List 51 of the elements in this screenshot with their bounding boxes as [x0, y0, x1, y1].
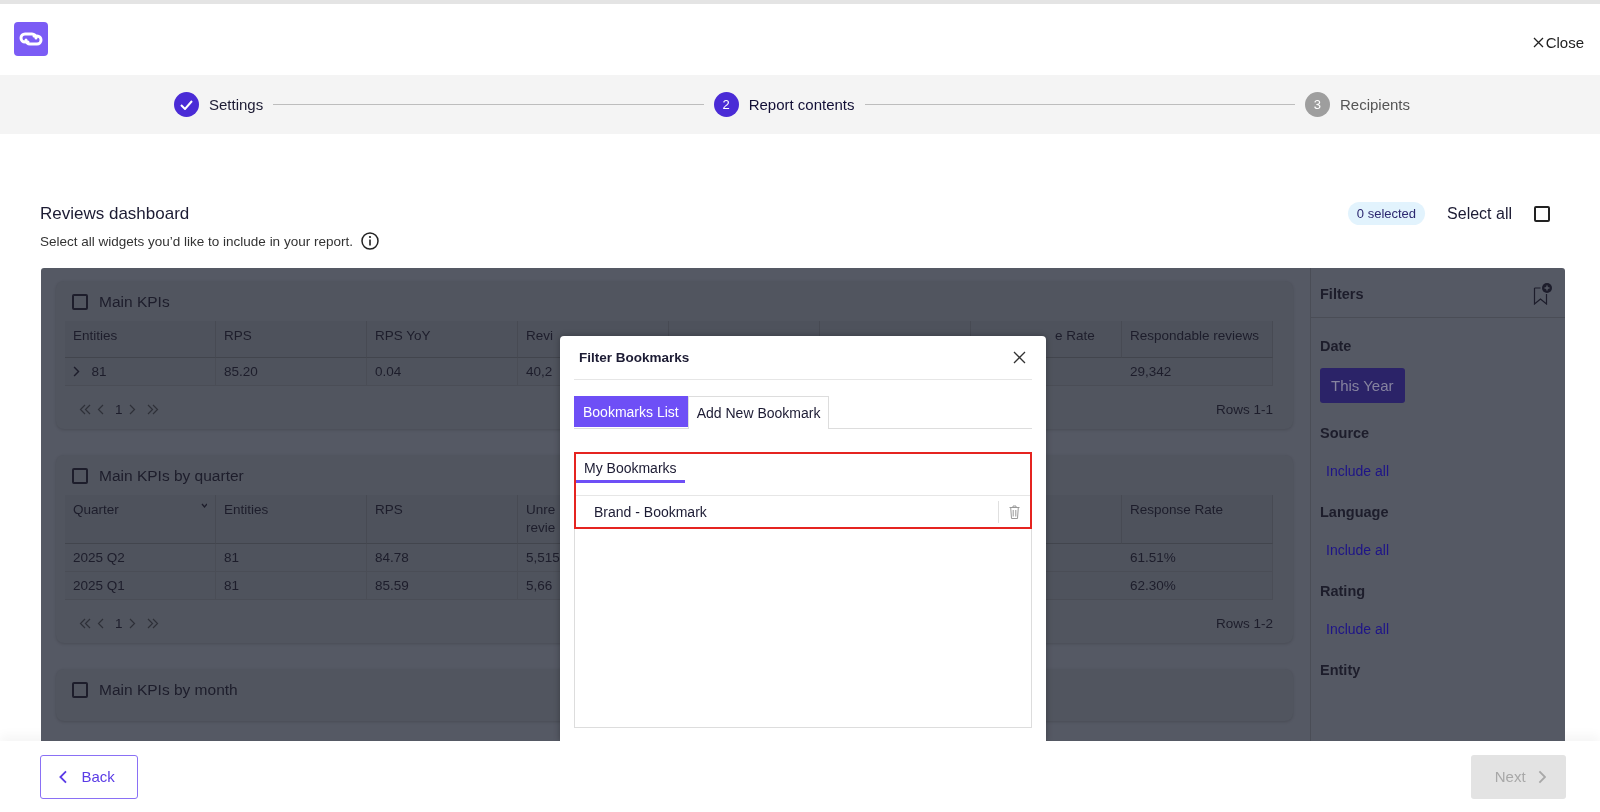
step-number: 2 — [713, 92, 739, 117]
close-button[interactable]: Close — [1532, 34, 1584, 51]
bookmark-add-icon[interactable] — [1533, 281, 1553, 306]
first-page-icon[interactable] — [79, 618, 91, 629]
caret-icon — [201, 501, 207, 511]
rows-count: Rows 1-2 — [1215, 616, 1273, 631]
first-page-icon[interactable] — [79, 404, 91, 415]
close-icon — [1532, 37, 1544, 48]
logo-icon — [14, 22, 48, 56]
date-filter-button[interactable]: This Year — [1320, 368, 1405, 403]
select-all-checkbox[interactable] — [1534, 205, 1550, 222]
page-number[interactable]: 1 — [115, 402, 123, 417]
section-tab[interactable]: My Bookmarks — [576, 454, 685, 483]
checkbox[interactable] — [72, 294, 88, 310]
expand-icon — [73, 366, 80, 377]
filter-label: Language — [1320, 503, 1390, 522]
widget-title: Main KPIs — [99, 293, 170, 311]
step-number: 3 — [1304, 92, 1330, 117]
bookmark-item[interactable]: Brand - Bookmark — [576, 495, 1030, 527]
filter-label: Entity — [1320, 661, 1362, 680]
filter-label: Source — [1320, 424, 1371, 443]
back-button[interactable]: Back — [40, 754, 138, 799]
filter-label: Date — [1320, 337, 1353, 356]
step-label: Settings — [209, 96, 264, 113]
dashboard-title: Reviews dashboard — [40, 204, 191, 224]
delete-button[interactable] — [998, 500, 1020, 523]
include-all-link[interactable]: Include all — [1326, 463, 1390, 479]
include-all-link[interactable]: Include all — [1326, 621, 1390, 637]
select-all-label: Select all — [1447, 204, 1512, 223]
step-label: Recipients — [1339, 96, 1410, 113]
widget-title: Main KPIs by quarter — [99, 467, 244, 485]
filter-label: Rating — [1320, 582, 1367, 601]
trash-icon — [1009, 504, 1020, 519]
page-number[interactable]: 1 — [115, 616, 123, 631]
widget-title: Main KPIs by month — [99, 681, 238, 699]
step-label: Report contents — [748, 96, 855, 113]
checkbox[interactable] — [72, 682, 88, 698]
close-icon[interactable] — [1013, 351, 1026, 364]
include-all-link[interactable]: Include all — [1326, 542, 1390, 558]
tab[interactable]: Add New Bookmark — [687, 396, 830, 429]
chevron-left-icon — [59, 769, 68, 784]
info-icon[interactable] — [360, 232, 379, 250]
rows-count: Rows 1-1 — [1215, 402, 1273, 417]
dashboard-subtitle: Select all widgets you’d like to include in your report. — [40, 233, 353, 249]
filters-title: Filters — [1320, 285, 1364, 302]
last-page-icon[interactable] — [146, 404, 159, 415]
chevron-right-icon — [1537, 769, 1546, 784]
tab[interactable]: Bookmarks List — [574, 396, 688, 427]
last-page-icon[interactable] — [146, 618, 159, 629]
checkbox[interactable] — [72, 468, 88, 484]
selected-count-badge: 0 selected — [1347, 202, 1426, 225]
